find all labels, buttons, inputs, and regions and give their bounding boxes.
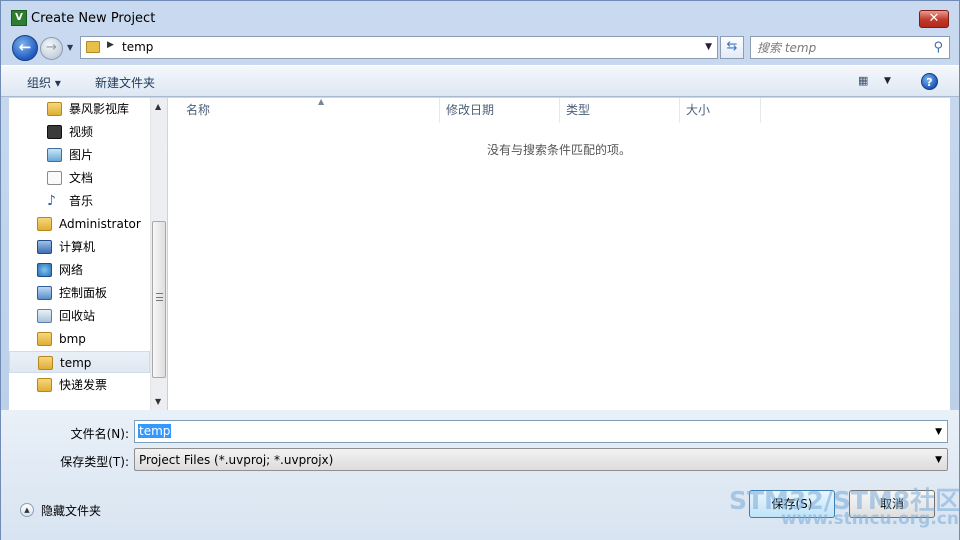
nav-item-label: 文档 <box>69 171 94 185</box>
search-input[interactable] <box>757 40 917 55</box>
organize-button[interactable]: 组织 ▾ <box>27 74 61 91</box>
file-type-value: Project Files (*.uvproj; *.uvprojx) <box>139 453 334 467</box>
address-dropdown-icon[interactable]: ▼ <box>705 42 712 52</box>
nav-item-label: 音乐 <box>69 194 94 208</box>
file-name-value[interactable]: temp <box>138 424 172 438</box>
file-name-label: 文件名(N): <box>70 427 129 441</box>
folder-icon <box>47 102 62 116</box>
recycle-bin-icon <box>37 309 52 323</box>
nav-item-label: 控制面板 <box>59 286 108 300</box>
column-header-size[interactable]: 大小 <box>680 98 761 123</box>
nav-item-temp[interactable]: temp <box>9 351 150 373</box>
new-folder-button[interactable]: 新建文件夹 <box>95 74 155 91</box>
nav-item-label: 视频 <box>69 125 94 139</box>
file-name-dropdown-icon[interactable]: ▼ <box>935 427 942 437</box>
title-bar: V Create New Project ✕ <box>1 1 959 35</box>
breadcrumb-current-folder[interactable]: temp <box>122 40 153 54</box>
command-bar: 组织 ▾ 新建文件夹 ▦ ▼ ? <box>1 65 959 97</box>
help-icon[interactable]: ? <box>921 73 938 90</box>
window-title: Create New Project <box>31 11 156 26</box>
document-icon <box>47 171 62 185</box>
folder-icon <box>37 378 52 392</box>
folder-icon <box>86 41 100 53</box>
dialog-footer: 文件名(N): temp ▼ 保存类型(T): Project Files (*… <box>1 410 959 540</box>
folder-icon <box>38 356 53 370</box>
grip-icon <box>156 293 163 301</box>
folder-icon <box>37 332 52 346</box>
music-icon: ♪ <box>47 193 56 209</box>
column-header-label: 名称 <box>186 103 211 117</box>
file-type-label: 保存类型(T): <box>60 455 129 469</box>
nav-item-label: 网络 <box>59 263 84 277</box>
cancel-button[interactable]: 取消 <box>849 490 935 518</box>
history-dropdown-icon[interactable]: ▼ <box>67 43 73 52</box>
address-bar[interactable]: ▶ temp ▼ <box>80 36 718 59</box>
save-button[interactable]: 保存(S) <box>749 490 835 518</box>
forward-button[interactable]: → <box>40 37 63 60</box>
nav-item-label: bmp <box>59 332 86 346</box>
address-row: ← → ▼ ▶ temp ▼ ⇆ ⚲ <box>1 35 959 61</box>
sort-ascending-icon: ▲ <box>318 97 325 106</box>
back-button[interactable]: ← <box>12 35 38 61</box>
scrollbar-thumb[interactable] <box>152 221 166 378</box>
column-header-type[interactable]: 类型 <box>560 98 680 123</box>
nav-item-label: 计算机 <box>59 240 96 254</box>
empty-message: 没有与搜索条件匹配的项。 <box>486 143 631 157</box>
file-type-dropdown-icon[interactable]: ▼ <box>935 455 942 465</box>
navigation-pane[interactable]: 暴风影视库 视频 图片 文档 ♪ 音乐 Administrator 计算机 网络 <box>9 98 167 410</box>
chevron-up-icon: ▲ <box>20 503 34 517</box>
scroll-down-icon[interactable]: ▼ <box>155 397 161 406</box>
file-name-field[interactable]: temp ▼ <box>134 420 948 443</box>
refresh-button[interactable]: ⇆ <box>720 36 744 59</box>
search-icon[interactable]: ⚲ <box>933 40 943 55</box>
computer-icon <box>37 240 52 254</box>
nav-item-label: 快递发票 <box>59 378 108 392</box>
save-dialog-window: V Create New Project ✕ ← → ▼ ▶ temp ▼ ⇆ … <box>0 0 960 540</box>
view-dropdown-icon[interactable]: ▼ <box>884 76 891 86</box>
view-options-icon[interactable]: ▦ <box>858 74 868 87</box>
video-icon <box>47 125 62 139</box>
keil-app-icon: V <box>11 10 27 26</box>
column-header-name[interactable]: 名称 ▲ <box>180 97 440 123</box>
close-button[interactable]: ✕ <box>919 10 949 28</box>
nav-item-label: 图片 <box>69 148 94 162</box>
nav-item-label: Administrator <box>59 217 141 231</box>
nav-item-label: 回收站 <box>59 309 96 323</box>
file-type-select[interactable]: Project Files (*.uvproj; *.uvprojx) ▼ <box>134 448 948 471</box>
nav-item-label: 暴风影视库 <box>69 102 130 116</box>
scroll-up-icon[interactable]: ▲ <box>155 102 161 111</box>
search-box[interactable]: ⚲ <box>750 36 950 59</box>
file-list[interactable]: 名称 ▲ 修改日期 类型 大小 没有与搜索条件匹配的项。 <box>168 97 950 410</box>
column-header-date-modified[interactable]: 修改日期 <box>440 98 560 123</box>
picture-icon <box>47 148 62 162</box>
breadcrumb-chevron-icon[interactable]: ▶ <box>107 40 114 50</box>
nav-item-label: temp <box>60 356 92 370</box>
user-folder-icon <box>37 217 52 231</box>
hide-folders-label: 隐藏文件夹 <box>41 504 102 518</box>
control-panel-icon <box>37 286 52 300</box>
navigation-scrollbar[interactable]: ▲ ▼ <box>150 98 167 410</box>
network-icon <box>37 263 52 277</box>
